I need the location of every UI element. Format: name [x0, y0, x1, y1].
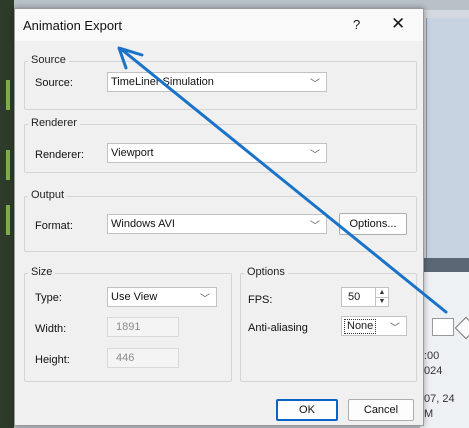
size-type-dropdown[interactable]: Use View ﹀: [107, 287, 217, 307]
width-label: Width:: [35, 323, 67, 335]
renderer-value: Viewport: [111, 147, 154, 159]
anti-aliasing-label: Anti-aliasing: [248, 322, 308, 334]
title-bar: Animation Export ? ✕: [15, 9, 423, 41]
chevron-down-icon: ﹀: [310, 79, 320, 90]
background-right-panel: :00 024 07, 24 M: [420, 10, 469, 428]
height-field[interactable]: 446: [107, 348, 179, 368]
options-button[interactable]: Options...: [339, 213, 407, 235]
background-box: [432, 318, 454, 336]
cancel-button-label: Cancel: [363, 404, 399, 416]
format-dropdown[interactable]: Windows AVI ﹀: [107, 214, 327, 234]
width-value: 1891: [116, 321, 141, 333]
options-button-label: Options...: [349, 218, 397, 230]
options-group-label: Options: [244, 266, 288, 278]
cancel-button[interactable]: Cancel: [348, 399, 414, 421]
format-label: Format:: [35, 220, 73, 232]
format-value: Windows AVI: [111, 218, 175, 230]
background-text: M: [424, 408, 434, 420]
height-label: Height:: [35, 354, 70, 366]
source-dropdown[interactable]: TimeLiner Simulation ﹀: [107, 72, 327, 92]
fps-spinner[interactable]: 50 ▲ ▼: [341, 287, 389, 307]
renderer-label: Renderer:: [35, 149, 84, 161]
source-label: Source:: [35, 77, 73, 89]
chevron-down-icon: ﹀: [200, 294, 210, 305]
source-value: TimeLiner Simulation: [111, 76, 214, 88]
height-value: 446: [116, 352, 135, 364]
anti-aliasing-dropdown[interactable]: None ﹀: [341, 316, 407, 336]
spin-down-icon[interactable]: ▼: [375, 297, 388, 306]
ok-button[interactable]: OK: [276, 399, 338, 421]
size-group-label: Size: [28, 266, 56, 278]
renderer-group-label: Renderer: [28, 117, 80, 129]
output-group-label: Output: [28, 189, 68, 201]
source-group-label: Source: [28, 54, 69, 66]
dialog-title: Animation Export: [23, 18, 122, 33]
chevron-down-icon: ﹀: [390, 323, 400, 334]
renderer-dropdown[interactable]: Viewport ﹀: [107, 143, 327, 163]
animation-export-dialog: Animation Export ? ✕ Source Source: Time…: [14, 8, 424, 426]
chevron-down-icon: ﹀: [310, 221, 320, 232]
chevron-down-icon: ﹀: [310, 150, 320, 161]
fps-value: 50: [348, 291, 361, 303]
background-text: :00: [424, 350, 440, 362]
background-left-strip: [0, 0, 14, 428]
width-field[interactable]: 1891: [107, 317, 179, 337]
background-text: 024: [424, 365, 443, 377]
size-type-value: Use View: [111, 291, 158, 303]
type-label: Type:: [35, 292, 62, 304]
fps-label: FPS:: [248, 294, 273, 306]
background-text: 07, 24: [424, 393, 455, 405]
close-button[interactable]: ✕: [391, 14, 405, 34]
ok-button-label: OK: [299, 404, 315, 416]
help-button[interactable]: ?: [353, 17, 360, 32]
anti-aliasing-value: None: [344, 319, 377, 334]
